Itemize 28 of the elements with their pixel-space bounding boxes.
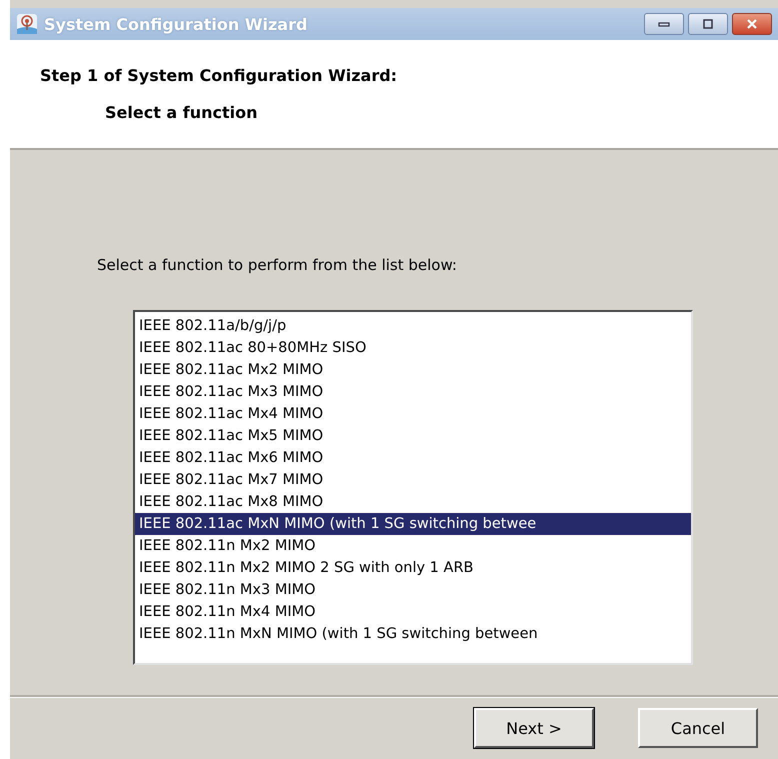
minimize-button[interactable]	[644, 13, 684, 35]
list-item[interactable]: IEEE 802.11ac Mx7 MIMO	[135, 469, 691, 491]
step-subtitle: Select a function	[105, 103, 259, 122]
cancel-button[interactable]: Cancel	[638, 708, 758, 748]
list-item[interactable]: IEEE 802.11ac Mx5 MIMO	[135, 425, 691, 447]
step-title: Step 1 of System Configuration Wizard:	[40, 66, 398, 85]
list-item[interactable]: IEEE 802.11ac 80+80MHz SISO	[135, 337, 691, 359]
function-list[interactable]	[133, 310, 693, 665]
list-item[interactable]: IEEE 802.11n Mx4 MIMO	[135, 601, 691, 623]
list-item[interactable]: IEEE 802.11n Mx3 MIMO	[135, 579, 691, 601]
next-button[interactable]: Next >	[474, 708, 594, 748]
list-item[interactable]: IEEE 802.11ac Mx3 MIMO	[135, 381, 691, 403]
close-icon	[745, 18, 759, 30]
maximize-button[interactable]	[688, 13, 728, 35]
instruction-text: Select a function to perform from the list below:	[97, 256, 458, 274]
list-item[interactable]: IEEE 802.11ac Mx8 MIMO	[135, 491, 691, 513]
maximize-icon	[701, 18, 715, 30]
list-item[interactable]: IEEE 802.11n Mx2 MIMO 2 SG with only 1 ARB	[135, 557, 691, 579]
list-item[interactable]: IEEE 802.11n MxN MIMO (with 1 SG switching between	[135, 623, 691, 645]
window-title: System Configuration Wizard	[44, 14, 308, 34]
list-item[interactable]: IEEE 802.11ac MxN MIMO (with 1 SG switching betwee	[135, 513, 691, 535]
list-item[interactable]: IEEE 802.11ac Mx2 MIMO	[135, 359, 691, 381]
list-item[interactable]: IEEE 802.11ac Mx4 MIMO	[135, 403, 691, 425]
list-item[interactable]: IEEE 802.11a/b/g/j/p	[135, 315, 691, 337]
list-item[interactable]: IEEE 802.11ac Mx6 MIMO	[135, 447, 691, 469]
close-button[interactable]	[732, 13, 772, 35]
antenna-icon	[16, 13, 38, 35]
list-item[interactable]: IEEE 802.11n Mx2 MIMO	[135, 535, 691, 557]
